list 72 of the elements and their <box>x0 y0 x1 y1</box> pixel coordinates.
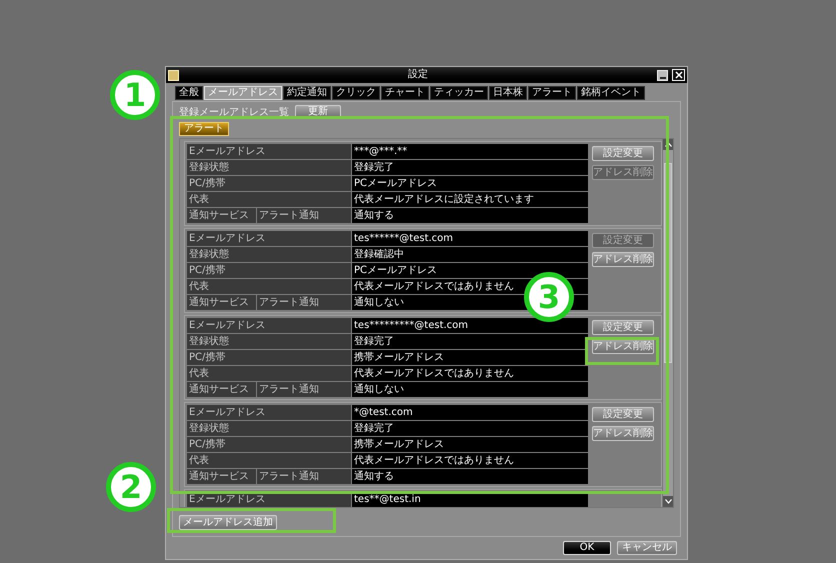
close-icon[interactable] <box>672 69 685 81</box>
field-label: Eメールアドレス <box>187 405 351 420</box>
field-label: Eメールアドレス <box>187 231 351 246</box>
field-label: PC/携帯 <box>187 437 351 452</box>
tab[interactable]: メールアドレス <box>204 86 282 100</box>
field-value: *@test.com <box>354 406 413 420</box>
field-value: 登録確認中 <box>354 248 404 262</box>
field-sublabel: アラート通知 <box>257 295 351 310</box>
app-icon <box>168 70 179 80</box>
tab[interactable]: チャート <box>381 86 429 100</box>
field-value: 登録完了 <box>354 334 394 349</box>
field-label: 代表 <box>187 453 351 468</box>
window-title: 設定 <box>407 68 429 82</box>
field-label: 登録状態 <box>187 421 351 436</box>
field-label: 代表 <box>187 279 351 294</box>
field-value: ***@***.** <box>354 145 408 159</box>
field-value: tes*********@test.com <box>354 319 468 333</box>
field-value: 通知する <box>354 208 394 223</box>
field-label: 登録状態 <box>187 247 351 262</box>
field-value: 通知する <box>354 470 394 484</box>
tab[interactable]: 約定通知 <box>283 86 331 100</box>
callout-marker: 1 <box>110 70 160 120</box>
field-label: 代表 <box>187 366 351 381</box>
action-button[interactable]: アドレス削除 <box>592 252 654 267</box>
field-value: 代表メールアドレスではありません <box>354 454 514 468</box>
field-value: 携帯メールアドレス <box>354 438 444 452</box>
field-label: Eメールアドレス <box>187 144 351 159</box>
field-label: Eメールアドレス <box>187 318 351 333</box>
field-label: 代表 <box>187 192 351 207</box>
field-label: PC/携帯 <box>187 350 351 365</box>
field-label: 登録状態 <box>187 334 351 349</box>
callout-marker: 2 <box>106 462 156 512</box>
field-value: 通知しない <box>354 296 404 310</box>
tab[interactable]: ティッカー <box>430 86 488 100</box>
scroll-down-icon[interactable] <box>663 496 673 507</box>
tab[interactable]: 銘柄イベント <box>577 86 645 100</box>
field-sublabel: アラート通知 <box>257 469 351 484</box>
action-button[interactable]: 設定変更 <box>592 146 654 161</box>
action-button[interactable]: 設定変更 <box>592 320 654 335</box>
field-value: 通知しない <box>354 382 404 397</box>
action-button[interactable]: 設定変更 <box>592 407 654 422</box>
field-label: PC/携帯 <box>187 263 351 278</box>
field-label: 登録状態 <box>187 160 351 175</box>
add-address-button[interactable]: メールアドレス追加 <box>179 514 277 530</box>
dialog-button[interactable]: OK <box>563 541 611 555</box>
dialog-button[interactable]: キャンセル <box>617 541 677 555</box>
field-value: 登録完了 <box>354 422 394 436</box>
minimize-icon[interactable] <box>657 70 668 80</box>
action-button[interactable]: アドレス削除 <box>592 426 654 441</box>
tab[interactable]: 全般 <box>175 86 203 100</box>
field-sublabel: アラート通知 <box>257 208 351 223</box>
field-label: 通知サービス <box>187 208 256 223</box>
field-value: 代表メールアドレスに設定されています <box>354 192 534 207</box>
tab[interactable]: 日本株 <box>489 86 527 100</box>
action-button[interactable]: アドレス削除 <box>592 339 654 354</box>
field-value: 登録完了 <box>354 160 394 175</box>
field-value: tes**@test.in <box>354 493 421 507</box>
tab[interactable]: アラート <box>528 86 576 100</box>
field-value: 代表メールアドレスではありません <box>354 366 514 381</box>
list-header-label: 登録メールアドレス一覧 <box>179 106 289 120</box>
field-value: tes******@test.com <box>354 232 454 246</box>
field-value: 携帯メールアドレス <box>354 350 444 365</box>
field-value: PCメールアドレス <box>354 264 438 278</box>
group-tag: アラート <box>179 122 229 136</box>
field-value: 代表メールアドレスではありません <box>354 280 514 294</box>
field-label: 通知サービス <box>187 469 256 484</box>
field-sublabel: アラート通知 <box>257 382 351 397</box>
field-label: 通知サービス <box>187 382 256 397</box>
field-label: PC/携帯 <box>187 176 351 191</box>
field-label: 通知サービス <box>187 295 256 310</box>
field-value: PCメールアドレス <box>354 177 438 191</box>
tab[interactable]: クリック <box>332 86 380 100</box>
